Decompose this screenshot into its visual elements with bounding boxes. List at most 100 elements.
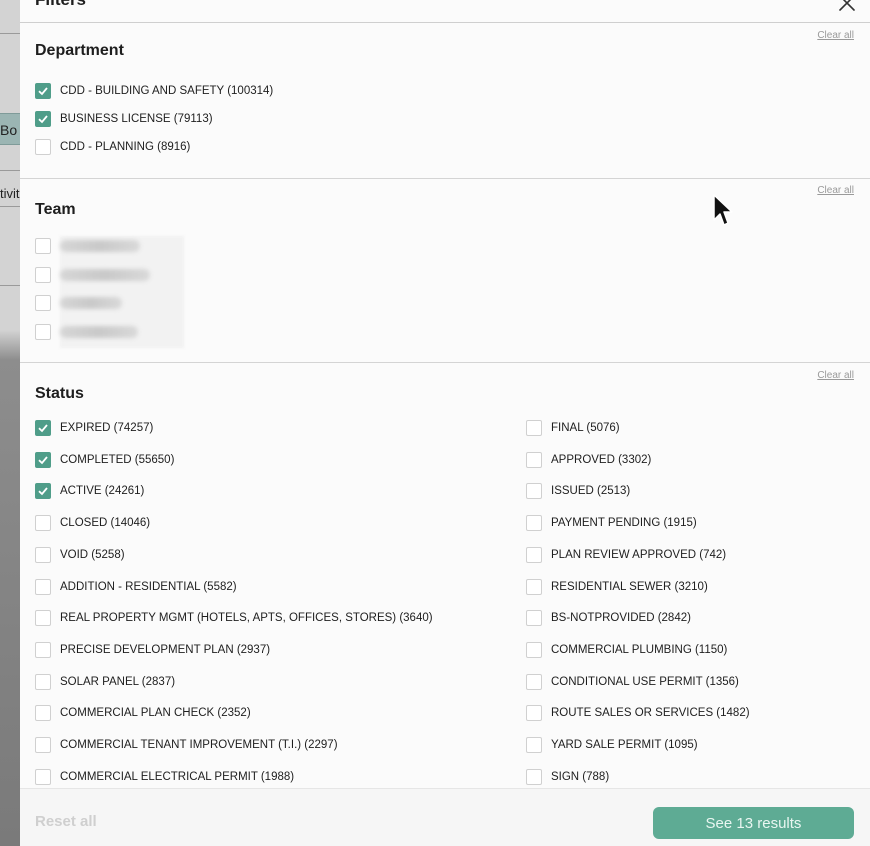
reset-all-button[interactable]: Reset all <box>35 813 97 830</box>
status-option[interactable]: RESIDENTIAL SEWER (3210) <box>526 578 708 596</box>
checkbox[interactable] <box>526 610 542 627</box>
option-label: ROUTE SALES OR SERVICES (1482) <box>551 707 750 720</box>
team-option[interactable] <box>35 294 122 312</box>
filters-drawer: Filters Clear all Department CDD - BUILD… <box>20 0 870 846</box>
checkbox[interactable] <box>35 267 51 283</box>
checkbox[interactable] <box>35 238 51 254</box>
option-label: PAYMENT PENDING (1915) <box>551 517 697 530</box>
checkbox[interactable] <box>526 451 542 468</box>
divider <box>0 285 20 286</box>
checkbox[interactable] <box>35 295 51 311</box>
status-option[interactable]: YARD SALE PERMIT (1095) <box>526 736 698 754</box>
department-option[interactable]: CDD - PLANNING (8916) <box>35 138 190 156</box>
background-button: Bo <box>0 113 20 145</box>
checkbox[interactable] <box>526 546 542 563</box>
checkbox[interactable] <box>35 483 51 500</box>
mouse-cursor-icon <box>713 194 733 226</box>
checkbox[interactable] <box>35 451 51 468</box>
checkbox[interactable] <box>35 768 51 785</box>
status-option[interactable]: COMPLETED (55650) <box>35 451 174 469</box>
checkbox[interactable] <box>526 673 542 690</box>
checkbox[interactable] <box>35 610 51 627</box>
status-option[interactable]: ADDITION - RESIDENTIAL (5582) <box>35 578 237 596</box>
status-option[interactable]: PLAN REVIEW APPROVED (742) <box>526 546 726 564</box>
drawer-footer: Reset all See 13 results <box>20 788 870 846</box>
checkbox[interactable] <box>526 705 542 722</box>
checkbox[interactable] <box>35 515 51 532</box>
status-option[interactable]: PAYMENT PENDING (1915) <box>526 514 697 532</box>
option-label: COMMERCIAL PLAN CHECK (2352) <box>60 707 251 720</box>
status-option[interactable]: COMMERCIAL PLAN CHECK (2352) <box>35 704 251 722</box>
status-option[interactable]: FINAL (5076) <box>526 419 620 437</box>
option-label: APPROVED (3302) <box>551 453 652 466</box>
checkbox[interactable] <box>526 737 542 753</box>
option-label: RESIDENTIAL SEWER (3210) <box>551 580 708 593</box>
close-button[interactable] <box>838 0 856 12</box>
status-option[interactable]: CONDITIONAL USE PERMIT (1356) <box>526 673 739 691</box>
redacted-name <box>60 269 150 281</box>
checkbox[interactable] <box>526 768 542 785</box>
status-option[interactable]: BS-NOTPROVIDED (2842) <box>526 609 691 627</box>
status-option[interactable]: SOLAR PANEL (2837) <box>35 673 175 691</box>
status-option[interactable]: ACTIVE (24261) <box>35 482 144 500</box>
status-option[interactable]: APPROVED (3302) <box>526 451 651 469</box>
status-option[interactable]: VOID (5258) <box>35 546 125 564</box>
checkbox[interactable] <box>526 515 542 532</box>
team-option[interactable] <box>35 266 150 284</box>
checkbox[interactable] <box>526 578 542 595</box>
background-text: tivit <box>0 186 20 201</box>
checkbox[interactable] <box>35 737 51 753</box>
redacted-name <box>60 326 138 338</box>
status-option[interactable]: CLOSED (14046) <box>35 514 150 532</box>
option-label: COMMERCIAL ELECTRICAL PERMIT (1988) <box>60 770 295 783</box>
checkbox[interactable] <box>526 641 542 658</box>
see-results-button[interactable]: See 13 results <box>653 807 854 839</box>
status-option[interactable]: COMMERCIAL TENANT IMPROVEMENT (T.I.) (22… <box>35 736 338 754</box>
status-option[interactable]: EXPIRED (74257) <box>35 419 153 437</box>
checkbox[interactable] <box>35 641 51 658</box>
option-label: EXPIRED (74257) <box>60 422 154 434</box>
background-app: Bo tivit <box>0 0 20 846</box>
department-clear-all[interactable]: Clear all <box>817 30 854 41</box>
checkbox[interactable] <box>35 83 51 99</box>
checkbox[interactable] <box>35 705 51 722</box>
status-option[interactable]: COMMERCIAL PLUMBING (1150) <box>526 641 727 659</box>
checkbox[interactable] <box>35 139 51 155</box>
checkbox[interactable] <box>526 420 542 436</box>
checkbox[interactable] <box>35 420 51 436</box>
option-label: REAL PROPERTY MGMT (HOTELS, APTS, OFFICE… <box>60 612 433 625</box>
status-option[interactable]: PRECISE DEVELOPMENT PLAN (2937) <box>35 641 270 659</box>
drawer-title: Filters <box>35 0 86 10</box>
status-option[interactable]: SIGN (788) <box>526 768 609 786</box>
team-clear-all[interactable]: Clear all <box>817 185 854 196</box>
status-option[interactable]: REAL PROPERTY MGMT (HOTELS, APTS, OFFICE… <box>35 609 433 627</box>
option-label: BUSINESS LICENSE (79113) <box>60 113 213 125</box>
check-icon <box>38 487 48 496</box>
checkbox[interactable] <box>35 673 51 690</box>
department-section: Clear all Department CDD - BUILDING AND … <box>20 23 870 179</box>
status-option[interactable]: ISSUED (2513) <box>526 482 630 500</box>
status-clear-all[interactable]: Clear all <box>817 370 854 381</box>
option-label: COMMERCIAL PLUMBING (1150) <box>551 643 728 656</box>
team-option[interactable] <box>35 237 140 255</box>
checkbox[interactable] <box>526 483 542 500</box>
option-label: CLOSED (14046) <box>60 517 151 530</box>
team-option[interactable] <box>35 323 138 341</box>
option-label: SIGN (788) <box>551 770 610 783</box>
checkbox[interactable] <box>35 578 51 595</box>
checkbox[interactable] <box>35 111 51 127</box>
team-title: Team <box>35 201 76 218</box>
close-icon <box>839 0 855 11</box>
status-option[interactable]: COMMERCIAL ELECTRICAL PERMIT (1988) <box>35 768 294 786</box>
redacted-name <box>60 240 140 252</box>
option-label: COMMERCIAL TENANT IMPROVEMENT (T.I.) (22… <box>60 739 338 751</box>
status-option[interactable]: ROUTE SALES OR SERVICES (1482) <box>526 704 750 722</box>
option-label: FINAL (5076) <box>551 422 620 434</box>
check-icon <box>38 424 48 433</box>
divider <box>0 33 20 34</box>
checkbox[interactable] <box>35 546 51 563</box>
checkbox[interactable] <box>35 324 51 340</box>
department-option[interactable]: BUSINESS LICENSE (79113) <box>35 110 213 128</box>
option-label: ADDITION - RESIDENTIAL (5582) <box>60 580 237 593</box>
department-option[interactable]: CDD - BUILDING AND SAFETY (100314) <box>35 82 273 100</box>
